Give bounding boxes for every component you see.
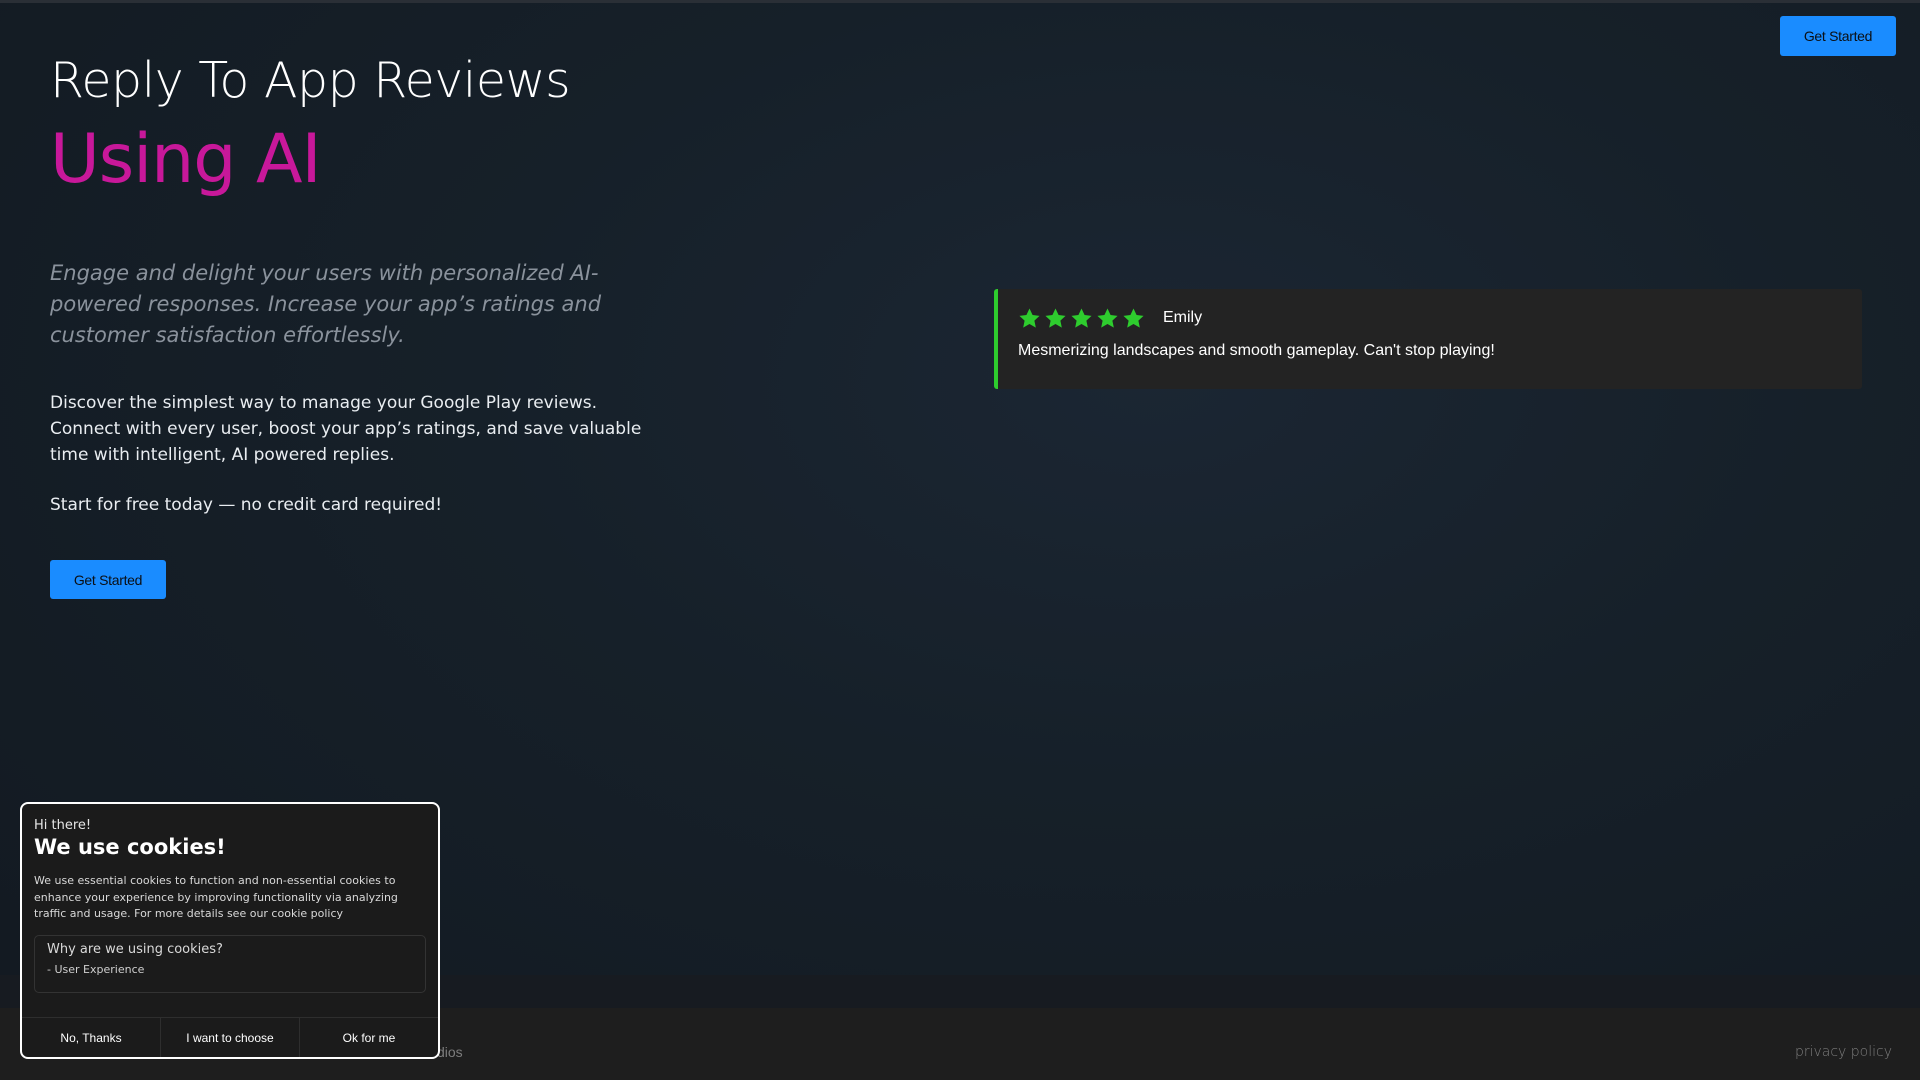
star-icon	[1019, 307, 1040, 328]
review-header: Emily	[1018, 303, 1862, 333]
cookie-greeting: Hi there!	[34, 818, 92, 833]
cookie-reject-button[interactable]: No, Thanks	[22, 1018, 160, 1057]
hero-free-note: Start for free today — no credit card re…	[50, 495, 443, 515]
hero-get-started-button[interactable]: Get Started	[50, 560, 166, 599]
header-get-started-button[interactable]: Get Started	[1780, 16, 1896, 56]
star-icon	[1123, 307, 1144, 328]
cookie-description: We use essential cookies to function and…	[34, 874, 398, 920]
cookie-why-title: Why are we using cookies?	[47, 941, 223, 957]
star-rating	[1018, 307, 1145, 330]
hero-title: Reply To App Reviews	[50, 52, 571, 109]
review-author: Emily	[1163, 309, 1203, 326]
cookie-title: We use cookies!	[34, 835, 226, 859]
hero-body: Discover the simplest way to manage your…	[50, 393, 642, 465]
cookie-banner: Hi there! We use cookies! We use essenti…	[20, 802, 440, 1059]
top-edge	[0, 0, 1920, 3]
hero-lead: Engage and delight your users with perso…	[50, 261, 602, 347]
cookie-why-panel[interactable]: Why are we using cookies? - User Experie…	[34, 934, 426, 993]
cookie-accept-button[interactable]: Ok for me	[299, 1018, 438, 1057]
hero-section: Reply To App Reviews Using AI Engage and…	[50, 50, 650, 599]
star-icon	[1097, 307, 1118, 328]
review-card: Emily Mesmerizing landscapes and smooth …	[994, 289, 1862, 389]
star-icon	[1045, 307, 1066, 328]
cookie-why-item: - User Experience	[47, 962, 145, 976]
hero-accent-title: Using AI	[50, 120, 322, 199]
cookie-choose-button[interactable]: I want to choose	[160, 1018, 299, 1057]
star-icon	[1071, 307, 1092, 328]
privacy-policy-link[interactable]: privacy policy	[1795, 1044, 1892, 1060]
review-text: Mesmerizing landscapes and smooth gamepl…	[1018, 342, 1495, 359]
cookie-actions: No, Thanks I want to choose Ok for me	[22, 1017, 438, 1057]
footer-copyright: dios	[437, 1044, 463, 1060]
